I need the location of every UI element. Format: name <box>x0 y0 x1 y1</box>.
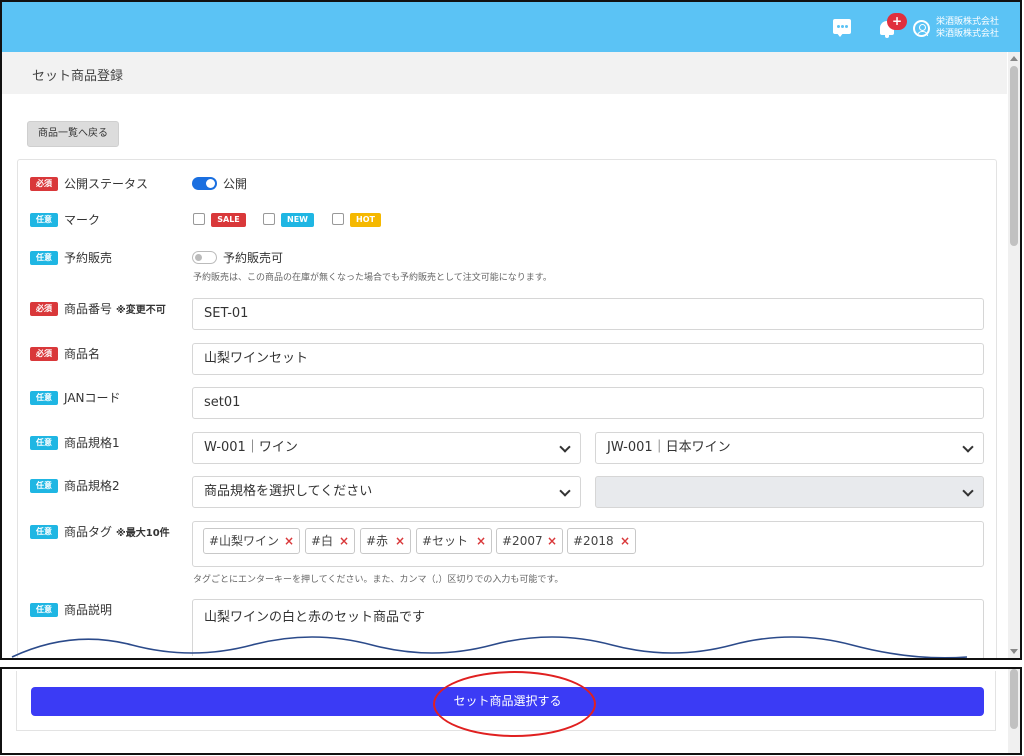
title-bar: セット商品登録 <box>2 52 1007 94</box>
spec1-label: 任意 商品規格1 <box>30 434 120 451</box>
bottom-frame: セット商品選択する <box>0 667 1022 755</box>
jan-input[interactable]: set01 <box>192 387 984 419</box>
user-icon[interactable] <box>913 20 930 37</box>
spec1-select-1-value: W-001｜ワイン <box>204 440 298 455</box>
tag-text: #2018 <box>573 534 614 548</box>
product-code-label-text: 商品番号 <box>64 302 113 316</box>
scroll-up-arrow-icon[interactable] <box>1010 56 1018 61</box>
mark-hot-checkbox[interactable] <box>332 213 344 225</box>
sale-mark: SALE <box>211 213 246 227</box>
preorder-label-text: 予約販売 <box>64 251 113 265</box>
tag-chip: #白 × <box>305 528 355 554</box>
spec2-select-2 <box>595 476 984 508</box>
scrollbar[interactable] <box>1008 52 1020 658</box>
optional-badge: 任意 <box>30 435 58 450</box>
spec1-select-2-value: JW-001｜日本ワイン <box>607 440 731 455</box>
product-name-input[interactable]: 山梨ワインセット <box>192 343 984 375</box>
spec1-select-1[interactable]: W-001｜ワイン <box>192 432 581 464</box>
chevron-down-icon <box>559 441 571 453</box>
product-name-label: 必須 商品名 <box>30 345 100 362</box>
highlight-circle <box>433 671 596 737</box>
product-name-label-text: 商品名 <box>64 347 101 361</box>
jan-label-text: JANコード <box>64 391 121 405</box>
new-mark: NEW <box>281 213 314 227</box>
status-toggle[interactable] <box>192 177 217 190</box>
close-icon[interactable]: × <box>339 529 349 553</box>
tag-chip: #2018 × <box>567 528 636 554</box>
spec2-select-1[interactable]: 商品規格を選択してください <box>192 476 581 508</box>
mark-new-checkbox[interactable] <box>263 213 275 225</box>
close-icon[interactable]: × <box>620 529 630 553</box>
tags-help-text: タグごとにエンターキーを押してください。また、カンマ（,）区切りでの入力も可能で… <box>193 575 564 585</box>
spec2-label: 任意 商品規格2 <box>30 477 120 494</box>
header-bar: + 栄酒販株式会社 栄酒販株式会社 <box>2 2 1020 52</box>
optional-badge: 任意 <box>30 478 58 493</box>
tag-text: #2007 <box>502 534 543 548</box>
required-badge: 必須 <box>30 301 58 316</box>
tags-note: ※最大10件 <box>116 528 170 539</box>
optional-badge: 任意 <box>30 250 58 265</box>
optional-badge: 任意 <box>30 390 58 405</box>
tag-chip: #2007 × <box>496 528 563 554</box>
scrollbar-thumb[interactable] <box>1010 669 1018 729</box>
spec2-label-text: 商品規格2 <box>64 479 120 493</box>
company-line-2: 栄酒販株式会社 <box>936 29 1000 39</box>
spec2-select-1-value: 商品規格を選択してください <box>204 484 373 499</box>
preorder-toggle[interactable] <box>192 251 217 264</box>
preorder-label: 任意 予約販売 <box>30 249 112 266</box>
chevron-down-icon <box>962 441 974 453</box>
preorder-toggle-text: 予約販売可 <box>223 251 284 265</box>
chat-icon[interactable] <box>833 19 851 37</box>
close-icon[interactable]: × <box>476 529 486 553</box>
optional-badge: 任意 <box>30 524 58 539</box>
spec1-label-text: 商品規格1 <box>64 436 120 450</box>
status-toggle-text: 公開 <box>223 177 248 191</box>
hot-mark: HOT <box>350 213 381 227</box>
required-badge: 必須 <box>30 176 58 191</box>
required-badge: 必須 <box>30 346 58 361</box>
description-label: 任意 商品説明 <box>30 601 112 618</box>
top-frame: + 栄酒販株式会社 栄酒販株式会社 セット商品登録 商品一覧へ戻る 必須 公開ス… <box>0 0 1022 660</box>
page-title: セット商品登録 <box>32 69 124 84</box>
status-label-text: 公開ステータス <box>64 177 149 191</box>
optional-badge: 任意 <box>30 212 58 227</box>
close-icon[interactable]: × <box>547 529 557 553</box>
mark-label: 任意 マーク <box>30 211 100 228</box>
tags-label-text: 商品タグ <box>64 525 113 539</box>
product-code-label: 必須 商品番号 ※変更不可 <box>30 300 166 317</box>
jan-label: 任意 JANコード <box>30 389 121 406</box>
tags-input[interactable]: #山梨ワイン × #白 × #赤 × #セット × #2007 × #2018 × <box>192 521 984 567</box>
close-icon[interactable]: × <box>284 529 294 553</box>
tags-label: 任意 商品タグ ※最大10件 <box>30 523 170 540</box>
notification-badge: + <box>887 13 907 30</box>
spec1-select-2[interactable]: JW-001｜日本ワイン <box>595 432 984 464</box>
mark-label-text: マーク <box>64 213 101 227</box>
tag-text: #セット <box>422 534 469 548</box>
chevron-down-icon <box>962 485 974 497</box>
tag-text: #白 <box>311 534 334 548</box>
optional-badge: 任意 <box>30 602 58 617</box>
description-label-text: 商品説明 <box>64 603 113 617</box>
product-code-input[interactable]: SET-01 <box>192 298 984 330</box>
company-line-1: 栄酒販株式会社 <box>936 17 1000 27</box>
chevron-down-icon <box>559 485 571 497</box>
mark-sale-checkbox[interactable] <box>193 213 205 225</box>
scroll-down-arrow-icon[interactable] <box>1010 649 1018 654</box>
preorder-help-text: 予約販売は、この商品の在庫が無くなった場合でも予約販売として注文可能になります。 <box>193 273 552 283</box>
scrollbar[interactable] <box>1008 669 1020 753</box>
tag-text: #山梨ワイン <box>209 534 280 548</box>
tag-chip: #山梨ワイン × <box>203 528 300 554</box>
close-icon[interactable]: × <box>395 529 405 553</box>
product-code-note: ※変更不可 <box>116 305 166 316</box>
tag-chip: #セット × <box>416 528 492 554</box>
back-to-list-button[interactable]: 商品一覧へ戻る <box>27 121 119 147</box>
status-label: 必須 公開ステータス <box>30 175 148 192</box>
page-cut-wave <box>11 636 968 658</box>
tag-text: #赤 <box>366 534 389 548</box>
scrollbar-thumb[interactable] <box>1010 66 1018 246</box>
company-name[interactable]: 栄酒販株式会社 栄酒販株式会社 <box>936 16 999 40</box>
tag-chip: #赤 × <box>360 528 411 554</box>
